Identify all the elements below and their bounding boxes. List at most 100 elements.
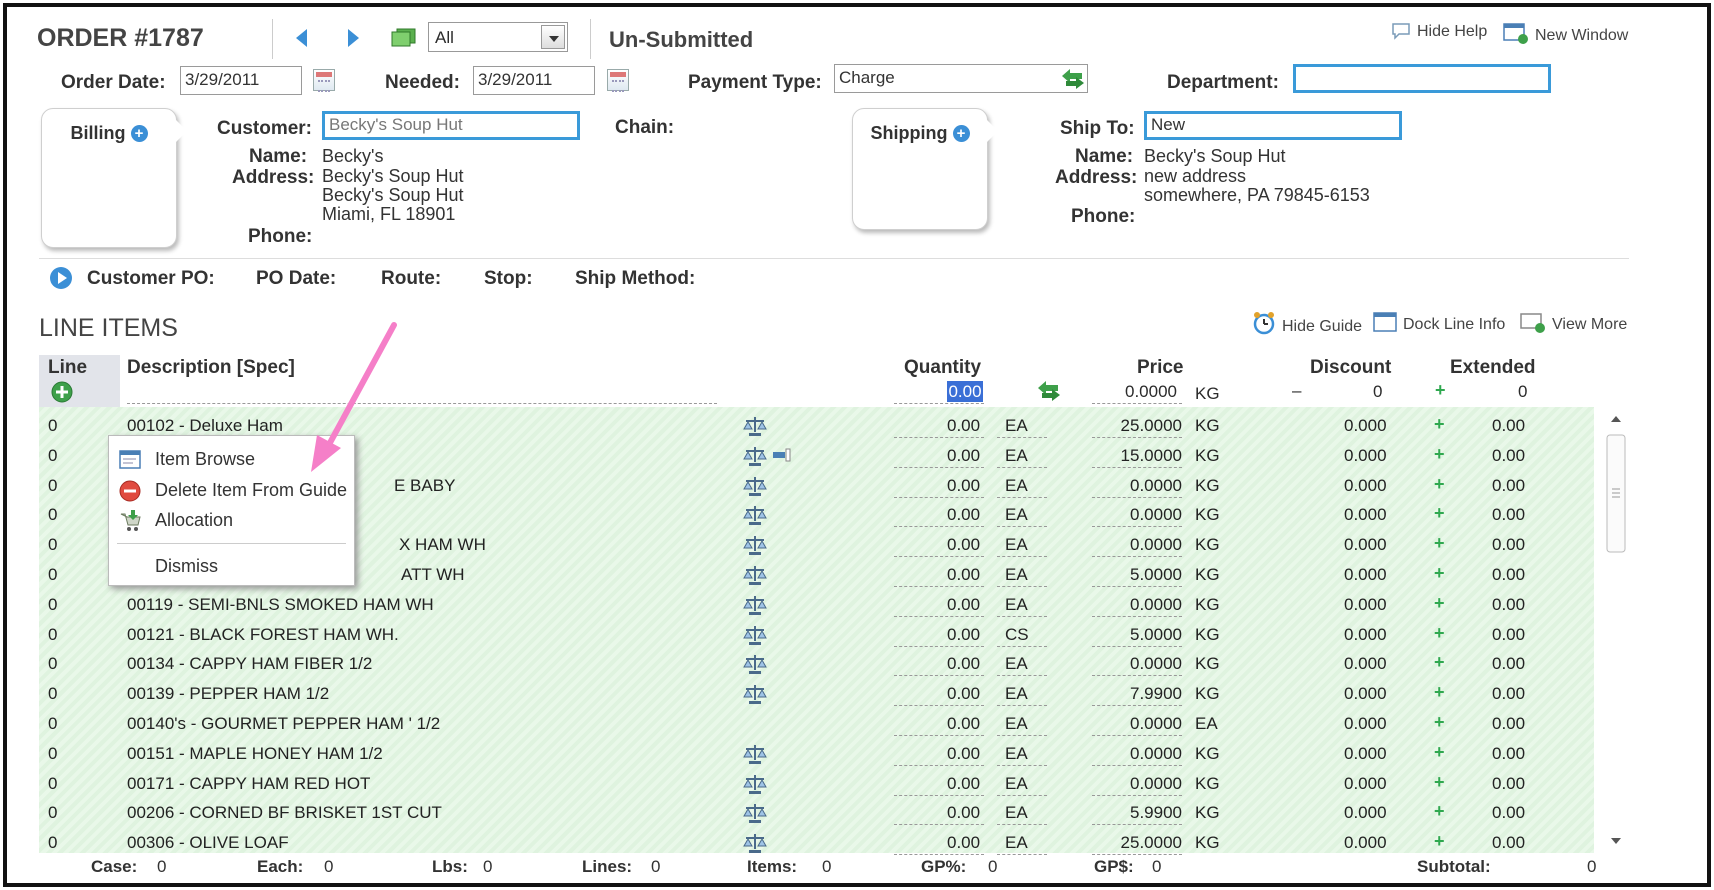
shipping-tab[interactable]: Shipping + — [852, 108, 988, 230]
discount[interactable]: 0.000 — [1344, 446, 1387, 466]
scale-icon[interactable] — [742, 535, 768, 557]
quantity[interactable]: 0.00 — [947, 476, 980, 496]
prev-arrow-icon[interactable] — [294, 27, 308, 49]
item-description[interactable]: 00119 - SEMI-BNLS SMOKED HAM WH — [127, 595, 434, 615]
scale-icon[interactable] — [742, 565, 768, 587]
scale-icon[interactable] — [742, 416, 768, 438]
price[interactable]: 5.0000 — [1130, 565, 1182, 585]
item-description[interactable]: ATT WH — [401, 565, 465, 585]
uom[interactable]: EA — [1005, 476, 1028, 496]
dock-line-info-link[interactable]: Dock Line Info — [1373, 311, 1505, 338]
uom[interactable]: EA — [1005, 595, 1028, 615]
price[interactable]: 0.0000 — [1130, 714, 1182, 734]
scale-icon[interactable] — [742, 744, 768, 766]
price[interactable]: 15.0000 — [1121, 446, 1182, 466]
price[interactable]: 5.0000 — [1130, 625, 1182, 645]
table-row[interactable]: 0 00121 - BLACK FOREST HAM WH. 0.00 CS 5.000… — [39, 620, 1594, 649]
quantity[interactable]: 0.00 — [947, 565, 980, 585]
discount[interactable]: 0.000 — [1344, 744, 1387, 764]
price[interactable]: 25.0000 — [1121, 833, 1182, 853]
price[interactable]: 0.0000 — [1130, 535, 1182, 555]
table-row[interactable]: 0 00140's - GOURMET PEPPER HAM ' 1/2 0.00 E… — [39, 709, 1594, 738]
plus-icon[interactable]: + — [1434, 682, 1445, 703]
table-row[interactable]: 0 00139 - PEPPER HAM 1/2 0.00 EA 7.9900 KG 0.0… — [39, 679, 1594, 708]
price[interactable]: 0.0000 — [1130, 595, 1182, 615]
quantity[interactable]: 0.00 — [947, 535, 980, 555]
ship-to-field[interactable]: New — [1144, 111, 1402, 140]
plus-icon[interactable]: + — [1434, 503, 1445, 524]
scale-icon[interactable] — [742, 833, 768, 855]
item-description[interactable]: X HAM WH — [399, 535, 486, 555]
price[interactable]: 25.0000 — [1121, 416, 1182, 436]
plus-icon[interactable]: + — [1434, 772, 1445, 793]
discount[interactable]: 0.000 — [1344, 476, 1387, 496]
discount[interactable]: 0.000 — [1344, 416, 1387, 436]
plus-icon[interactable]: + — [1434, 652, 1445, 673]
hide-guide-link[interactable]: Hide Guide — [1252, 311, 1362, 340]
scale-icon[interactable] — [742, 654, 768, 676]
price[interactable]: 0.0000 — [1130, 476, 1182, 496]
discount[interactable]: 0.000 — [1344, 535, 1387, 555]
table-row[interactable]: 0 00306 - OLIVE LOAF 0.00 EA 25.0000 KG 0.000 +… — [39, 828, 1594, 857]
quantity[interactable]: 0.00 — [947, 625, 980, 645]
uom[interactable]: EA — [1005, 446, 1028, 466]
discount-sign[interactable]: – — [1292, 381, 1301, 401]
filter-select[interactable]: All — [428, 22, 568, 52]
discount[interactable]: 0.000 — [1344, 684, 1387, 704]
quantity[interactable]: 0.00 — [947, 803, 980, 823]
quantity[interactable]: 0.00 — [947, 505, 980, 525]
uom[interactable]: EA — [1005, 714, 1028, 734]
uom[interactable]: CS — [1005, 625, 1029, 645]
item-description[interactable]: 00171 - CAPPY HAM RED HOT — [127, 774, 370, 794]
plus-icon[interactable]: + — [1434, 533, 1445, 554]
scale-icon[interactable] — [742, 774, 768, 796]
scale-icon[interactable] — [742, 595, 768, 617]
item-description[interactable]: 00134 - CAPPY HAM FIBER 1/2 — [127, 654, 372, 674]
calendar-icon[interactable] — [607, 69, 629, 92]
scale-icon[interactable] — [742, 684, 768, 706]
entry-discount[interactable]: 0 — [1373, 382, 1382, 402]
customer-field[interactable]: Becky's Soup Hut — [322, 111, 580, 140]
plus-icon[interactable]: + — [1435, 380, 1446, 401]
description-entry-underline[interactable] — [127, 403, 717, 404]
discount[interactable]: 0.000 — [1344, 505, 1387, 525]
quantity[interactable]: 0.00 — [947, 833, 980, 853]
item-description[interactable]: 00306 - OLIVE LOAF — [127, 833, 289, 853]
billing-tab[interactable]: Billing + — [41, 108, 177, 248]
add-icon[interactable]: + — [952, 125, 970, 142]
plus-icon[interactable]: + — [1434, 474, 1445, 495]
item-description[interactable]: E BABY — [394, 476, 455, 496]
price[interactable]: 0.0000 — [1130, 774, 1182, 794]
quantity[interactable]: 0.00 — [947, 446, 980, 466]
discount[interactable]: 0.000 — [1344, 833, 1387, 853]
quantity[interactable]: 0.00 — [947, 684, 980, 704]
price[interactable]: 0.0000 — [1130, 744, 1182, 764]
menu-item-dismiss[interactable]: Dismiss — [109, 551, 354, 581]
scale-icon[interactable] — [742, 625, 768, 647]
plus-icon[interactable]: + — [1434, 563, 1445, 584]
expand-arrow-icon[interactable] — [49, 266, 73, 290]
quantity[interactable]: 0.00 — [947, 714, 980, 734]
discount[interactable]: 0.000 — [1344, 803, 1387, 823]
uom[interactable]: EA — [1005, 565, 1028, 585]
order-date-field[interactable]: 3/29/2011 — [180, 66, 302, 95]
menu-item-browse[interactable]: Item Browse — [109, 444, 354, 474]
needed-date-field[interactable]: 3/29/2011 — [473, 66, 595, 95]
add-line-icon[interactable] — [51, 381, 73, 403]
scale-icon[interactable] — [742, 505, 768, 527]
item-description[interactable]: 00121 - BLACK FOREST HAM WH. — [127, 625, 399, 645]
swap-arrows-icon[interactable] — [1036, 379, 1062, 403]
discount[interactable]: 0.000 — [1344, 625, 1387, 645]
plus-icon[interactable]: + — [1434, 712, 1445, 733]
hide-help-link[interactable]: Hide Help — [1391, 22, 1487, 45]
item-description[interactable]: 00140's - GOURMET PEPPER HAM ' 1/2 — [127, 714, 440, 734]
payment-type-field[interactable]: Charge — [834, 64, 1088, 93]
uom[interactable]: EA — [1005, 803, 1028, 823]
quantity[interactable]: 0.00 — [947, 595, 980, 615]
discount[interactable]: 0.000 — [1344, 565, 1387, 585]
quantity[interactable]: 0.00 — [947, 774, 980, 794]
plus-icon[interactable]: + — [1434, 801, 1445, 822]
menu-item-allocation[interactable]: Allocation — [109, 505, 354, 535]
table-row[interactable]: 0 00134 - CAPPY HAM FIBER 1/2 0.00 EA 0.0000… — [39, 649, 1594, 678]
plus-icon[interactable]: + — [1434, 831, 1445, 852]
